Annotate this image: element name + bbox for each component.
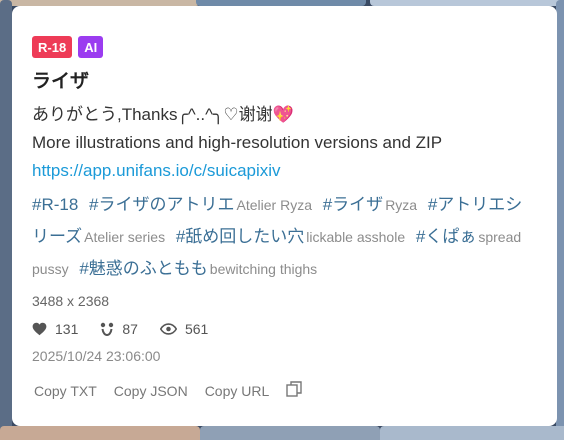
views-stat: 561 [159, 321, 209, 337]
copy-url-button[interactable]: Copy URL [203, 381, 272, 401]
tag-translation: Ryza [385, 197, 418, 213]
tag-item[interactable]: #R-18 [32, 195, 78, 214]
tag-translation: bewitching thighs [209, 261, 318, 277]
post-date: 2025/10/24 23:06:00 [32, 348, 161, 364]
likes-stat: 131 [32, 321, 78, 337]
bookmarks-stat: 87 [100, 321, 138, 337]
badge-row: R-18 AI [32, 36, 537, 59]
illustration-info-card: R-18 AI ライザ ありがとう,Thanks╭^..^╮♡谢谢💖 More … [12, 6, 557, 426]
copy-txt-button[interactable]: Copy TXT [32, 381, 99, 401]
tag-item[interactable]: #舐め回したい穴 lickable asshole [176, 227, 405, 246]
eye-icon [159, 323, 177, 335]
tag-item[interactable]: #ライザ Ryza [323, 195, 417, 214]
tag-name: #R-18 [32, 195, 79, 214]
description-line-1: ありがとう,Thanks╭^..^╮♡谢谢💖 [32, 101, 537, 129]
tag-translation: Atelier series [84, 229, 166, 245]
stats-row: 131 87 561 [32, 321, 537, 337]
bookmarks-count: 87 [122, 321, 138, 337]
description: ありがとう,Thanks╭^..^╮♡谢谢💖 More illustration… [32, 101, 537, 157]
tag-name: #魅惑のふともも [79, 259, 208, 278]
illustration-title: ライザ [32, 71, 90, 92]
views-count: 561 [184, 321, 209, 337]
tag-translation: Atelier Ryza [236, 197, 312, 213]
description-line-2: More illustrations and high-resolution v… [32, 133, 443, 152]
description-thanks-text: ありがとう,Thanks╭^..^╮♡谢谢 [32, 105, 273, 124]
tag-name: #舐め回したい穴 [175, 227, 305, 246]
heart-icon [32, 322, 47, 336]
copy-actions: Copy TXT Copy JSON Copy URL [32, 379, 537, 402]
copy-json-button[interactable]: Copy JSON [112, 381, 190, 401]
heart-emoji-icon: 💖 [272, 105, 294, 124]
copy-icon[interactable] [284, 379, 304, 402]
tag-list: #R-18 #ライザのアトリエ Atelier Ryza #ライザ Ryza #アト… [32, 189, 532, 285]
likes-count: 131 [55, 321, 79, 337]
r18-badge: R-18 [32, 36, 73, 58]
tag-item[interactable]: #魅惑のふともも bewitching thighs [79, 259, 317, 278]
image-dimensions: 3488 x 2368 [32, 293, 110, 309]
tag-translation: lickable asshole [306, 229, 406, 245]
unifans-link[interactable]: https://app.unifans.io/c/suicapixiv [32, 157, 281, 185]
tag-name: #くぱぁ [415, 227, 477, 246]
tag-name: #ライザ [322, 195, 384, 214]
bookmark-icon [101, 322, 114, 336]
tag-item[interactable]: #ライザのアトリエ Atelier Ryza [89, 195, 312, 214]
tag-name: #ライザのアトリエ [89, 195, 235, 214]
ai-badge: AI [78, 36, 104, 58]
